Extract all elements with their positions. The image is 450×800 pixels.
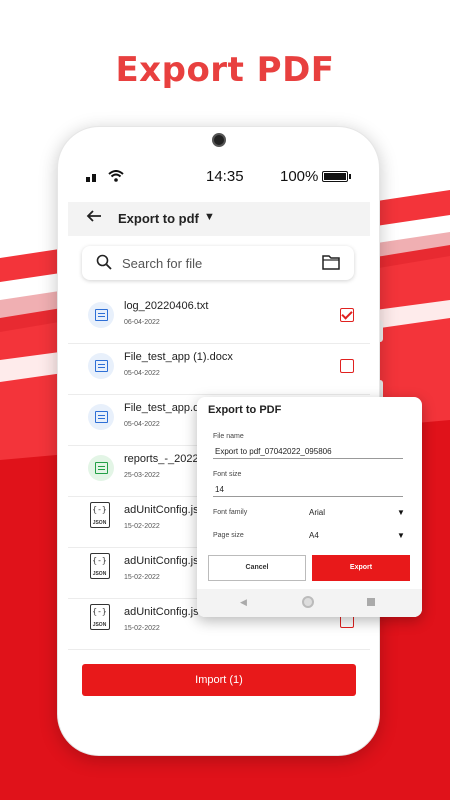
nav-recent-icon[interactable] [367, 598, 375, 606]
signal-icon [86, 174, 98, 182]
app-bar: Export to pdf ▼ [68, 202, 370, 236]
dropdown-arrow-icon[interactable]: ▼ [204, 211, 215, 223]
file-name: reports_-_2022- [124, 453, 203, 465]
promo-title: Export PDF [115, 50, 335, 90]
json-file-icon: {-} JSON [90, 553, 110, 579]
page-size-select[interactable]: A4 [309, 531, 319, 540]
file-date: 15-02-2022 [124, 574, 160, 581]
folder-icon[interactable] [322, 254, 340, 270]
json-braces-glyph: {-} [92, 505, 107, 514]
system-nav-bar: ◀ [197, 589, 422, 617]
export-dialog: Export to PDF File name Font size Font f… [197, 397, 422, 617]
back-arrow-icon[interactable] [86, 208, 102, 229]
file-date: 15-02-2022 [124, 523, 160, 530]
file-date: 06-04-2022 [124, 319, 160, 326]
font-size-label: Font size [213, 471, 242, 478]
document-file-icon [88, 353, 114, 379]
json-tag-label: JSON [92, 622, 107, 628]
file-date: 25-03-2022 [124, 472, 160, 479]
page-size-caret-icon[interactable]: ▼ [397, 531, 405, 540]
status-time: 14:35 [206, 168, 244, 185]
wifi-icon [108, 169, 124, 185]
search-input[interactable] [122, 254, 312, 272]
nav-home-icon[interactable] [302, 596, 314, 608]
cancel-button[interactable]: Cancel [208, 555, 306, 581]
file-name: File_test_app (1).docx [124, 351, 233, 363]
font-size-field[interactable] [213, 483, 403, 497]
font-family-caret-icon[interactable]: ▼ [397, 508, 405, 517]
page-size-label: Page size [213, 532, 244, 539]
file-list-item[interactable]: log_20220406.txt 06-04-2022 [68, 288, 370, 344]
excel-file-icon [88, 455, 114, 481]
file-date: 05-04-2022 [124, 421, 160, 428]
file-list-item[interactable]: File_test_app (1).docx 05-04-2022 [68, 339, 370, 395]
json-braces-glyph: {-} [92, 607, 107, 616]
status-bar: 14:35 100% [68, 150, 370, 202]
file-name-field[interactable] [213, 445, 403, 459]
file-date: 15-02-2022 [124, 625, 160, 632]
font-family-select[interactable]: Arial [309, 508, 325, 517]
battery-icon [322, 171, 351, 182]
file-date: 05-04-2022 [124, 370, 160, 377]
export-button[interactable]: Export [312, 555, 410, 581]
json-tag-label: JSON [92, 520, 107, 526]
json-braces-glyph: {-} [92, 556, 107, 565]
file-name-label: File name [213, 433, 244, 440]
camera-icon [212, 133, 226, 147]
json-tag-label: JSON [92, 571, 107, 577]
font-family-label: Font family [213, 509, 248, 516]
nav-back-icon[interactable]: ◀ [240, 597, 247, 608]
json-file-icon: {-} JSON [90, 502, 110, 528]
document-file-icon [88, 302, 114, 328]
file-name: log_20220406.txt [124, 300, 209, 312]
dialog-title: Export to PDF [208, 404, 282, 416]
battery-percentage: 100% [280, 168, 319, 185]
import-button[interactable]: Import (1) [82, 664, 356, 696]
file-checkbox[interactable] [340, 308, 354, 322]
file-checkbox[interactable] [340, 359, 354, 373]
json-file-icon: {-} JSON [90, 604, 110, 630]
search-icon [96, 254, 112, 270]
app-bar-title[interactable]: Export to pdf [118, 211, 199, 226]
search-bar[interactable] [82, 246, 354, 280]
document-file-icon [88, 404, 114, 430]
